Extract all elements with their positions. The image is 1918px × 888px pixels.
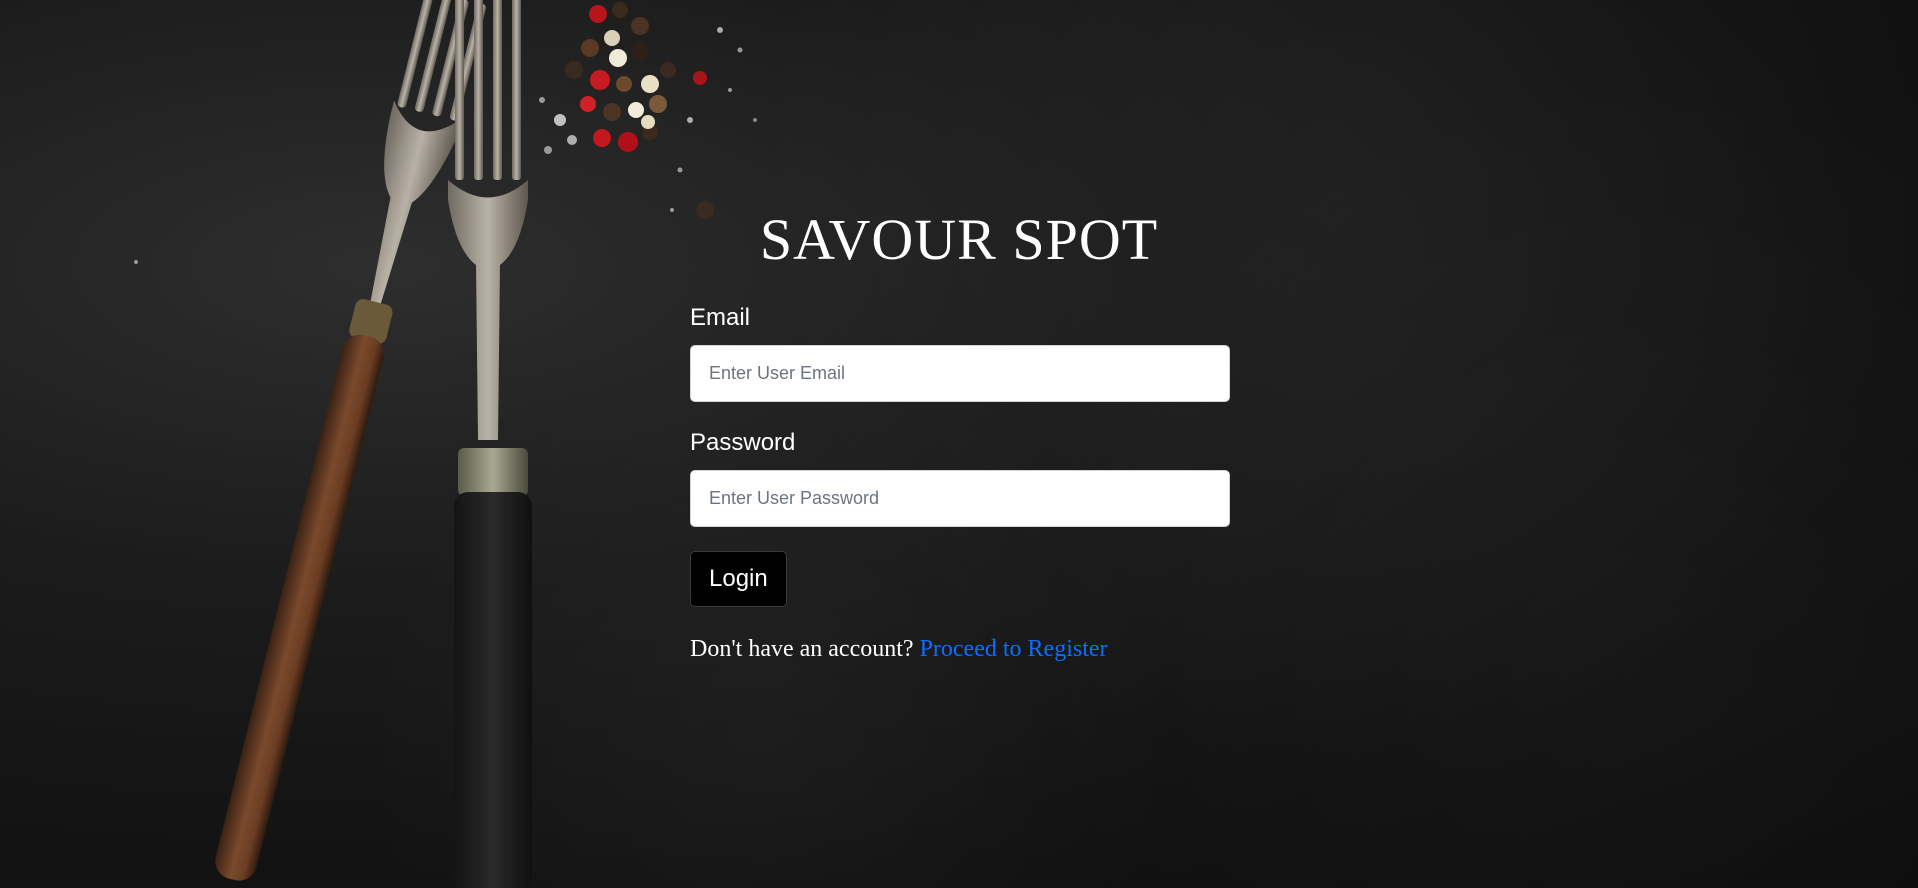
register-prompt-text: Don't have an account? [690,636,914,662]
email-label: Email [690,304,751,331]
password-input[interactable] [690,470,1230,527]
register-link[interactable]: Proceed to Register [920,636,1108,662]
register-prompt-line: Don't have an account? Proceed to Regist… [690,634,1230,664]
fork-left-icon [215,0,487,881]
email-input[interactable] [690,345,1230,402]
login-form: Email Password Login Don't have an accou… [690,302,1230,664]
background-cutlery-image [134,0,757,888]
password-label: Password [690,429,796,456]
page-title: SAVOUR SPOT [759,207,1159,272]
login-button[interactable]: Login [690,551,787,607]
fork-right-icon [448,0,532,888]
